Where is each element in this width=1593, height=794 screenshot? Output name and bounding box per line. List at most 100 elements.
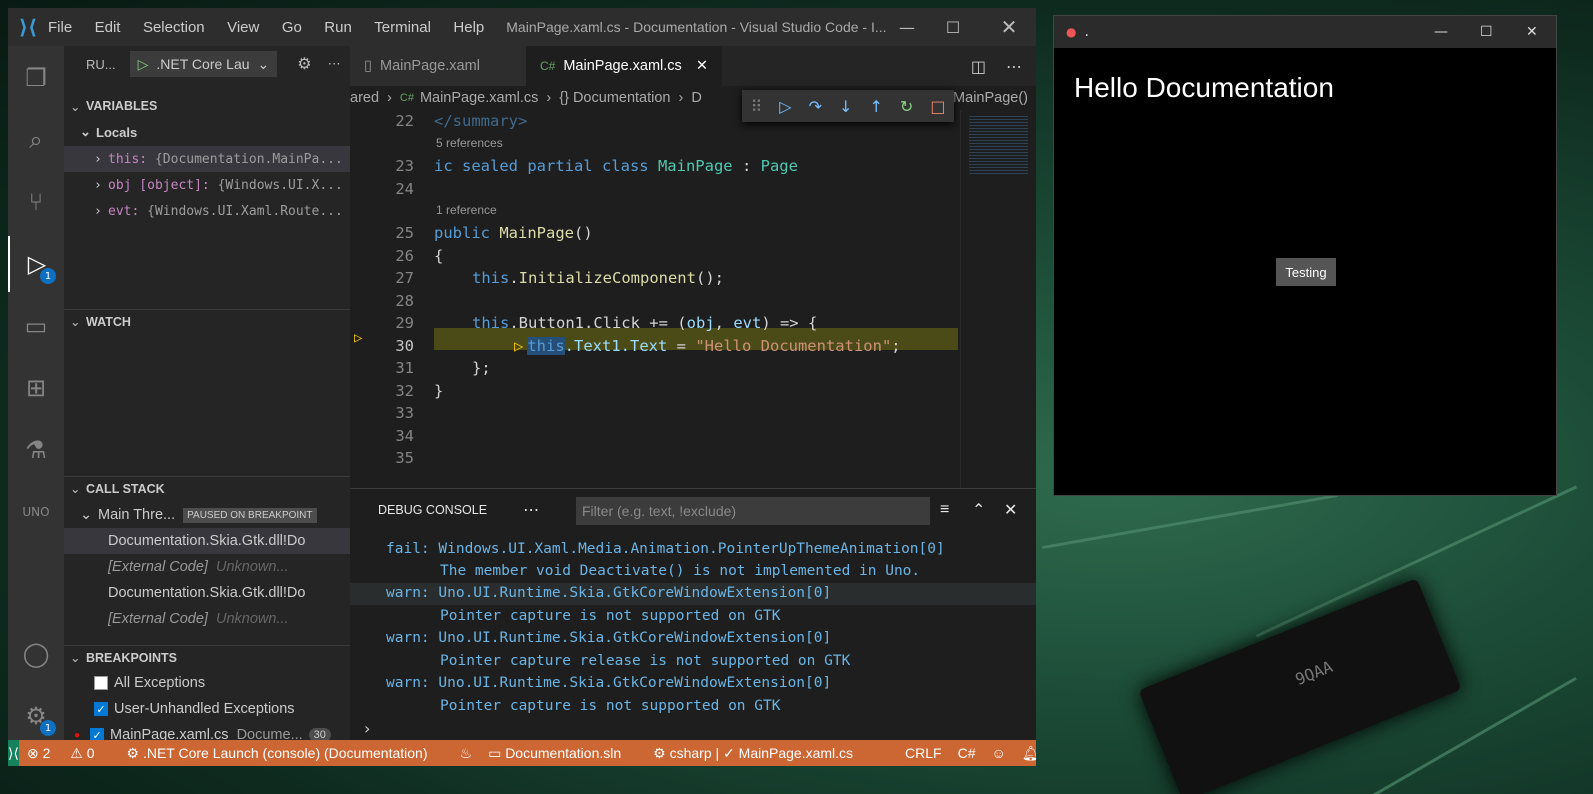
stack-frame[interactable]: [External Code] Unknown... [64,606,350,632]
console-input-prompt-icon[interactable]: › [364,719,370,738]
stack-frame[interactable]: Documentation.Skia.Gtk.dll!Do [64,528,350,554]
accounts-icon[interactable]: ◯ [8,626,64,682]
menu-file[interactable]: File [48,19,72,36]
close-icon[interactable]: ✕ [1526,24,1538,40]
breadcrumb-item[interactable]: {} Documentation [559,90,670,106]
variables-section-header[interactable]: ⌄ VARIABLES [64,94,350,118]
locals-scope[interactable]: ⌄ Locals [64,119,350,145]
gear-icon[interactable]: ⚙ [297,54,311,74]
code-editor[interactable]: ▷ 22 </summary> 5 references 23 ic seale… [350,110,960,488]
search-icon[interactable]: ⌕ [8,112,64,168]
breakpoint-user-unhandled[interactable]: ✓ User-Unhandled Exceptions [64,696,350,722]
maximize-panel-icon[interactable]: ⌃ [972,500,985,520]
vscode-logo-icon: ⟩⟨ [18,15,38,39]
clear-console-icon[interactable]: ≡ [940,501,949,519]
menu-bar: File Edit Selection View Go Run Terminal… [48,19,502,36]
run-debug-icon[interactable]: ▷ 1 [8,236,64,292]
variable-value: {Windows.UI.X... [217,177,343,193]
extensions-icon[interactable]: ⊞ [8,360,64,416]
solution-status[interactable]: ▭ Documentation.sln [488,745,637,762]
launch-config-select[interactable]: ▷ .NET Core Lau ⌄ [129,51,278,77]
breadcrumb-item[interactable]: D [691,90,701,106]
testing-button[interactable]: Testing [1276,258,1336,286]
flame-icon[interactable]: ♨ [460,745,473,762]
breakpoint-all-exceptions[interactable]: All Exceptions [64,670,350,696]
app-heading: Hello Documentation [1074,72,1334,103]
menu-selection[interactable]: Selection [143,19,205,36]
breakpoint-label: All Exceptions [114,675,206,691]
language-status[interactable]: C# [958,745,976,761]
notifications-icon[interactable]: 🔔︎ [1022,745,1036,762]
chevron-down-icon: ⌄ [70,99,81,114]
breadcrumb-item[interactable]: ared [350,90,379,106]
thread-label: Main Thre... [98,507,176,523]
codelens-references[interactable]: 1 reference [436,203,497,217]
csharp-file-icon: C# [540,59,556,73]
source-control-icon[interactable]: ⑂ [8,174,64,230]
variable-name: obj [object]: [108,177,210,193]
omnisharp-status[interactable]: ⚙ csharp | ✓ MainPage.xaml.cs [653,745,869,762]
tab-mainpage-xaml[interactable]: ▯ MainPage.xaml [350,46,526,86]
code-line: this.InitializeComponent(); [472,269,724,287]
callstack-section-header[interactable]: ⌄ CALL STACK [64,476,350,500]
close-icon[interactable]: ✕ [986,8,1032,46]
filter-input[interactable]: Filter (e.g. text, !exclude) [576,497,930,525]
explorer-icon[interactable]: ❐ [8,50,64,106]
menu-go[interactable]: Go [282,19,302,36]
remote-icon[interactable]: ⟩⟨ [8,740,19,766]
tab-debug-console[interactable]: DEBUG CONSOLE [378,503,487,517]
variable-name: this: [108,151,148,167]
problems-status[interactable]: ⊗ 2 ⚠ 0 [27,745,111,762]
more-actions-icon[interactable]: ⋯ [1006,57,1022,76]
variable-row[interactable]: › evt: {Windows.UI.Xaml.Route... [64,198,350,224]
settings-gear-icon[interactable]: ⚙ 1 [8,688,64,744]
start-debug-icon[interactable]: ▷ [138,56,149,73]
close-panel-icon[interactable]: ✕ [1004,500,1017,520]
menu-help[interactable]: Help [453,19,484,36]
stack-frame[interactable]: Documentation.Skia.Gtk.dll!Do [64,580,350,606]
maximize-icon[interactable]: ☐ [1480,24,1493,40]
menu-view[interactable]: View [227,19,259,36]
minimize-icon[interactable]: — [884,8,930,46]
breakpoints-section-header[interactable]: ⌄ BREAKPOINTS [64,645,350,669]
watch-section-header[interactable]: ⌄ WATCH [64,309,350,333]
testing-icon[interactable]: ⚗ [8,422,64,478]
breakpoint-dot-icon: ● [74,729,81,741]
line-number: 35 [395,449,414,467]
checkbox[interactable] [94,676,108,690]
maximize-icon[interactable]: ☐ [930,8,976,46]
variable-row[interactable]: › this: {Documentation.MainPa... [64,146,350,172]
settings-badge: 1 [40,720,56,736]
menu-edit[interactable]: Edit [95,19,121,36]
callstack-title: CALL STACK [86,481,165,496]
minimap[interactable] [960,110,1036,488]
more-actions-icon[interactable]: ⋯ [328,56,341,72]
feedback-icon[interactable]: ☺ [992,745,1006,761]
breadcrumb-item[interactable]: MainPage.xaml.cs [420,90,538,106]
console-line: Pointer capture release is not supported… [440,653,851,669]
uno-platform-icon[interactable]: UNO [8,484,64,540]
chevron-right-icon: › [94,177,102,193]
eol-status[interactable]: CRLF [905,745,942,761]
tab-mainpage-xaml-cs[interactable]: C# MainPage.xaml.cs ✕ [526,46,722,86]
tab-label: MainPage.xaml [379,58,480,74]
split-editor-icon[interactable]: ◫ [971,57,986,76]
debug-launch-status[interactable]: ⚙ .NET Core Launch (console) (Documentat… [127,745,444,762]
variable-row[interactable]: › obj [object]: {Windows.UI.X... [64,172,350,198]
remote-explorer-icon[interactable]: ▭ [8,298,64,354]
line-number: 34 [395,427,414,445]
minimize-icon[interactable]: — [1434,24,1448,40]
menu-terminal[interactable]: Terminal [374,19,431,36]
more-actions-icon[interactable]: ⋯ [523,500,539,520]
filter-placeholder: Filter (e.g. text, !exclude) [582,503,737,519]
thread-row[interactable]: ⌄ Main Thre... PAUSED ON BREAKPOINT [64,502,350,528]
codelens-references[interactable]: 5 references [436,136,503,150]
close-tab-icon[interactable]: ✕ [696,58,708,74]
line-number: 31 [395,359,414,377]
checkbox[interactable]: ✓ [94,702,108,716]
chevron-right-icon: › [678,90,684,106]
breadcrumb-item[interactable]: MainPage() [953,90,1028,106]
menu-run[interactable]: Run [324,19,352,36]
status-bar: ⟩⟨ ⊗ 2 ⚠ 0 ⚙ .NET Core Launch (console) … [8,740,1036,766]
stack-frame[interactable]: [External Code] Unknown... [64,554,350,580]
